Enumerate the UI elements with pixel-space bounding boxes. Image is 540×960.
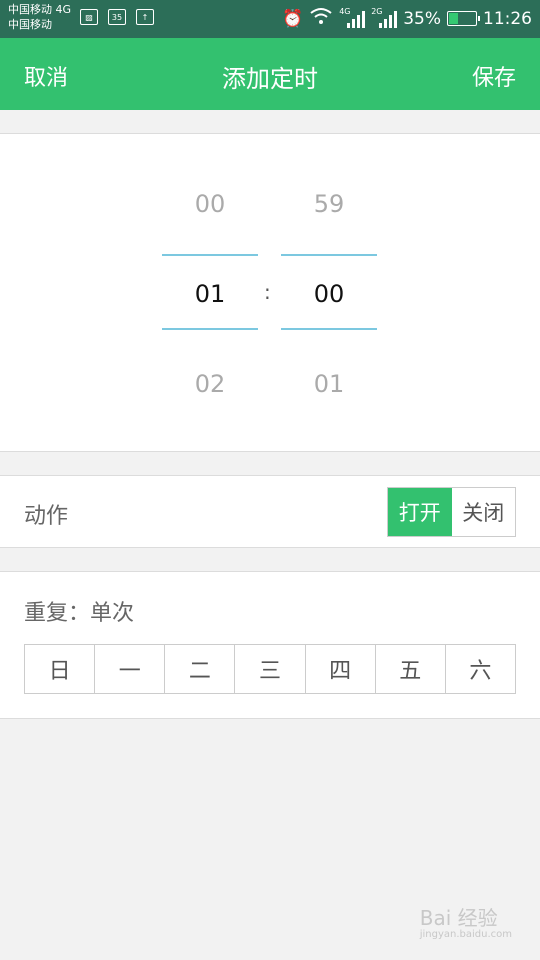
- day-sat[interactable]: 六: [444, 645, 515, 693]
- battery-percent: 35%: [403, 8, 441, 29]
- clock: 11:26: [483, 8, 532, 29]
- watermark-brand: Bai 经验: [419, 906, 498, 930]
- hour-next[interactable]: 02: [162, 370, 258, 398]
- day-wed[interactable]: 三: [234, 645, 304, 693]
- hour-line-bottom: [162, 328, 258, 330]
- signal-2g-icon: 2G: [371, 6, 398, 28]
- day-sun[interactable]: 日: [25, 645, 94, 693]
- battery-icon: [447, 11, 480, 26]
- carrier-1: 中国移动 4G: [8, 3, 72, 16]
- minute-selected[interactable]: 00: [281, 280, 377, 308]
- hour-wheel[interactable]: 00 01 02: [162, 134, 258, 453]
- notification-icons: ▨ 35 ↑: [80, 9, 154, 25]
- action-toggle[interactable]: 打开 关闭: [387, 487, 516, 537]
- carrier-info: 中国移动 4G 中国移动: [8, 2, 71, 32]
- action-row: 动作 打开 关闭: [0, 475, 540, 548]
- minute-wheel[interactable]: 59 00 01: [281, 134, 377, 453]
- signal-4g-icon: 4G: [339, 6, 366, 28]
- minute-prev[interactable]: 59: [281, 190, 377, 218]
- watermark-url: jingyan.baidu.com: [419, 929, 512, 940]
- day-mon[interactable]: 一: [94, 645, 164, 693]
- wifi-icon: [309, 7, 333, 30]
- notification-badge-icon: 35: [108, 9, 126, 25]
- minute-line-top: [281, 254, 377, 256]
- weekday-selector: 日 一 二 三 四 五 六: [24, 644, 516, 694]
- time-separator: :: [264, 280, 271, 304]
- image-icon: ▨: [80, 9, 98, 25]
- hour-line-top: [162, 254, 258, 256]
- app-bar: 取消 添加定时 保存: [0, 38, 540, 110]
- action-on-button[interactable]: 打开: [388, 488, 452, 536]
- time-picker: 00 01 02 : 59 00 01: [0, 133, 540, 452]
- action-off-button[interactable]: 关闭: [451, 488, 515, 536]
- save-button[interactable]: 保存: [472, 60, 516, 92]
- status-bar: 中国移动 4G 中国移动 ▨ 35 ↑ ⏰ 4G 2G 35% 11:26: [0, 0, 540, 38]
- day-tue[interactable]: 二: [164, 645, 234, 693]
- signal-2g-label: 2G: [371, 6, 383, 16]
- alarm-icon: ⏰: [282, 8, 304, 29]
- hour-selected[interactable]: 01: [162, 280, 258, 308]
- upload-icon: ↑: [136, 9, 154, 25]
- hour-prev[interactable]: 00: [162, 190, 258, 218]
- day-thu[interactable]: 四: [304, 645, 375, 693]
- watermark: Bai 经验 jingyan.baidu.com: [420, 902, 512, 940]
- minute-line-bottom: [281, 328, 377, 330]
- minute-next[interactable]: 01: [281, 370, 377, 398]
- repeat-section: 重复：单次 日 一 二 三 四 五 六: [0, 571, 540, 719]
- carrier-2: 中国移动: [8, 18, 52, 31]
- page-title: 添加定时: [222, 65, 318, 93]
- action-label: 动作: [24, 504, 69, 529]
- signal-4g-label: 4G: [339, 6, 351, 16]
- day-fri[interactable]: 五: [374, 645, 445, 693]
- status-right: ⏰ 4G 2G 35% 11:26: [282, 7, 532, 30]
- repeat-label: 重复：单次: [24, 601, 135, 626]
